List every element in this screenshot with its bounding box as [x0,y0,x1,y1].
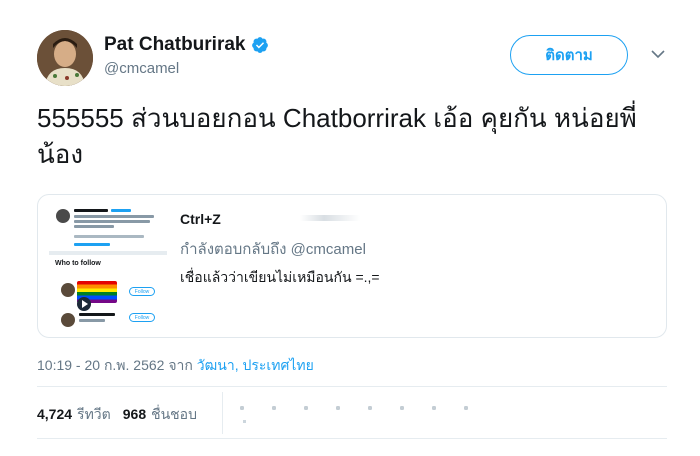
thumbnail-name-line [74,209,108,212]
tweet-timestamp[interactable]: 10:19 - 20 ก.พ. 2562 จาก [37,357,197,373]
thumbnail-who-to-follow: Who to follow [55,260,101,267]
likes-label: ชื่นชอบ [151,406,197,422]
author-handle[interactable]: @cmcamel [104,60,269,77]
thumbnail-handle-line [111,209,131,212]
quoted-author-handle-blurred [300,215,360,221]
liker-avatar[interactable] [424,398,444,418]
thumbnail-suggestion-avatar [61,283,75,297]
retweets-label: รีทวีต [77,406,111,422]
thumbnail-play-icon [77,297,91,311]
tweet-text: 555555 ส่วนบอยกอน Chatborrirak เอ้อ คุยก… [37,103,637,169]
thumbnail-text-line [74,215,154,218]
thumbnail-suggestion-avatar [61,313,75,327]
author-info: Pat Chatburirak @cmcamel [104,34,269,77]
tweet-stats: 4,724 รีทวีต 968 ชื่นชอบ [37,404,209,426]
thumbnail-separator [49,251,167,255]
tweet-location[interactable]: วัฒนา, ประเทศไทย [197,357,314,373]
thumbnail-actions-line [74,235,144,238]
tweet-header: Pat Chatburirak @cmcamel ติดตาม [37,30,677,86]
divider [37,438,667,439]
retweets-stat[interactable]: 4,724 รีทวีต [37,404,111,426]
likes-stat[interactable]: 968 ชื่นชอบ [123,404,197,426]
divider [37,386,667,387]
quoted-reply-to: กำลังตอบกลับถึง @cmcamel [180,241,366,258]
liker-avatar[interactable] [296,398,316,418]
likers-avatars [232,398,502,418]
liker-mark [243,420,246,423]
thumbnail-follow-button: Follow [129,287,155,296]
quoted-tweet-card[interactable]: Who to follow Follow Follow Ctrl+Z กำลัง… [37,194,667,338]
liker-avatar[interactable] [360,398,380,418]
thumbnail-follow-button: Follow [129,313,155,322]
thumbnail-suggestion-handle [79,319,105,322]
liker-avatar[interactable] [456,398,476,418]
chevron-down-icon[interactable] [650,46,666,62]
liker-avatar[interactable] [232,398,252,418]
thumbnail-avatar [56,209,70,223]
author-avatar[interactable] [37,30,93,86]
quoted-tweet-text: เชื่อแล้วว่าเขียนไม่เหมือนกัน =.,= [180,269,380,285]
author-display-name[interactable]: Pat Chatburirak [104,34,245,56]
retweets-count: 4,724 [37,406,73,422]
thumbnail-text-line [74,220,150,223]
stats-separator [222,392,223,434]
verified-badge-icon [251,36,269,54]
follow-button[interactable]: ติดตาม [510,35,628,75]
liker-avatar[interactable] [392,398,412,418]
quoted-tweet-thumbnail: Who to follow Follow Follow [49,201,167,331]
likes-count: 968 [122,406,147,422]
thumbnail-show-thread [74,243,110,246]
tweet-meta: 10:19 - 20 ก.พ. 2562 จาก วัฒนา, ประเทศไท… [37,355,314,377]
liker-avatar[interactable] [328,398,348,418]
thumbnail-text-line [74,225,114,228]
thumbnail-suggestion-name [79,313,115,316]
quoted-author-name: Ctrl+Z [180,211,221,227]
liker-avatar[interactable] [264,398,284,418]
